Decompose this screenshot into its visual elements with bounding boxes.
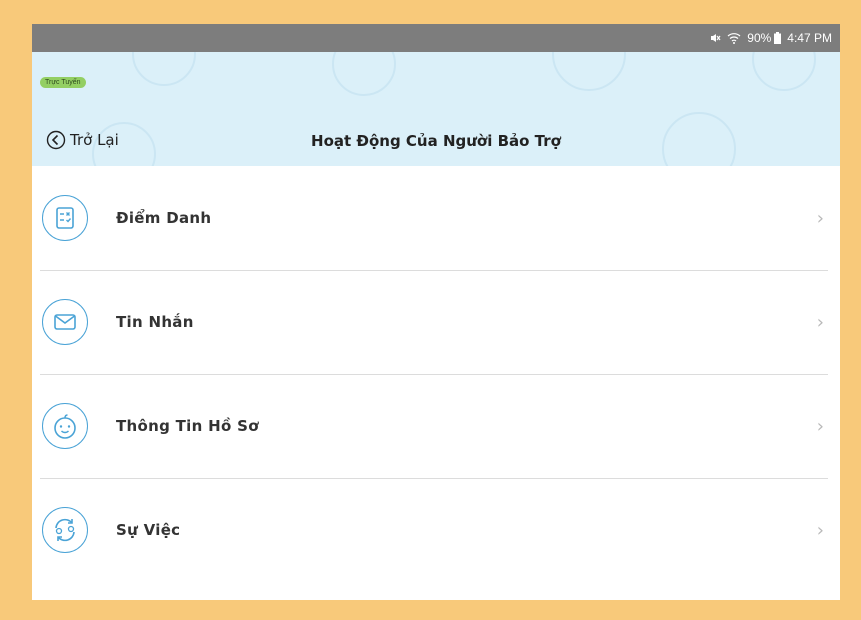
battery-indicator: 90% — [747, 31, 782, 45]
battery-percent: 90% — [747, 31, 772, 45]
menu-item-label: Thông Tin Hồ Sơ — [116, 417, 259, 435]
header-decoration — [552, 52, 626, 91]
menu-item-messages[interactable]: Tin Nhắn › — [32, 270, 840, 374]
chevron-right-icon: › — [816, 415, 824, 437]
app-screen: 90% 4:47 PM Trực Tuyến Trở Lại Hoạt Động… — [32, 24, 840, 600]
header-decoration — [752, 52, 816, 91]
attendance-icon — [42, 195, 88, 241]
battery-icon — [774, 32, 782, 44]
header: Trực Tuyến Trở Lại Hoạt Động Của Người B… — [32, 52, 840, 166]
mute-icon — [711, 34, 721, 42]
chevron-right-icon: › — [816, 311, 824, 333]
status-bar: 90% 4:47 PM — [32, 24, 840, 52]
header-decoration — [132, 52, 196, 86]
menu-item-profile[interactable]: Thông Tin Hồ Sơ › — [32, 374, 840, 478]
menu-item-attendance[interactable]: Điểm Danh › — [32, 166, 840, 270]
chevron-right-icon: › — [816, 519, 824, 541]
menu-item-incidents[interactable]: Sự Việc › — [32, 478, 840, 582]
baby-face-icon — [42, 403, 88, 449]
header-decoration — [332, 52, 396, 96]
wifi-icon — [727, 33, 741, 44]
exchange-icon — [42, 507, 88, 553]
mail-icon — [42, 299, 88, 345]
menu-item-label: Tin Nhắn — [116, 313, 194, 331]
status-time: 4:47 PM — [787, 31, 832, 45]
menu-item-label: Sự Việc — [116, 521, 181, 539]
menu-list: Điểm Danh › Tin Nhắn › Thông Tin Hồ Sơ ›… — [32, 166, 840, 582]
menu-item-label: Điểm Danh — [116, 209, 212, 227]
chevron-right-icon: › — [816, 207, 824, 229]
page-title: Hoạt Động Của Người Bảo Trợ — [311, 132, 561, 150]
online-status-badge: Trực Tuyến — [40, 77, 86, 88]
